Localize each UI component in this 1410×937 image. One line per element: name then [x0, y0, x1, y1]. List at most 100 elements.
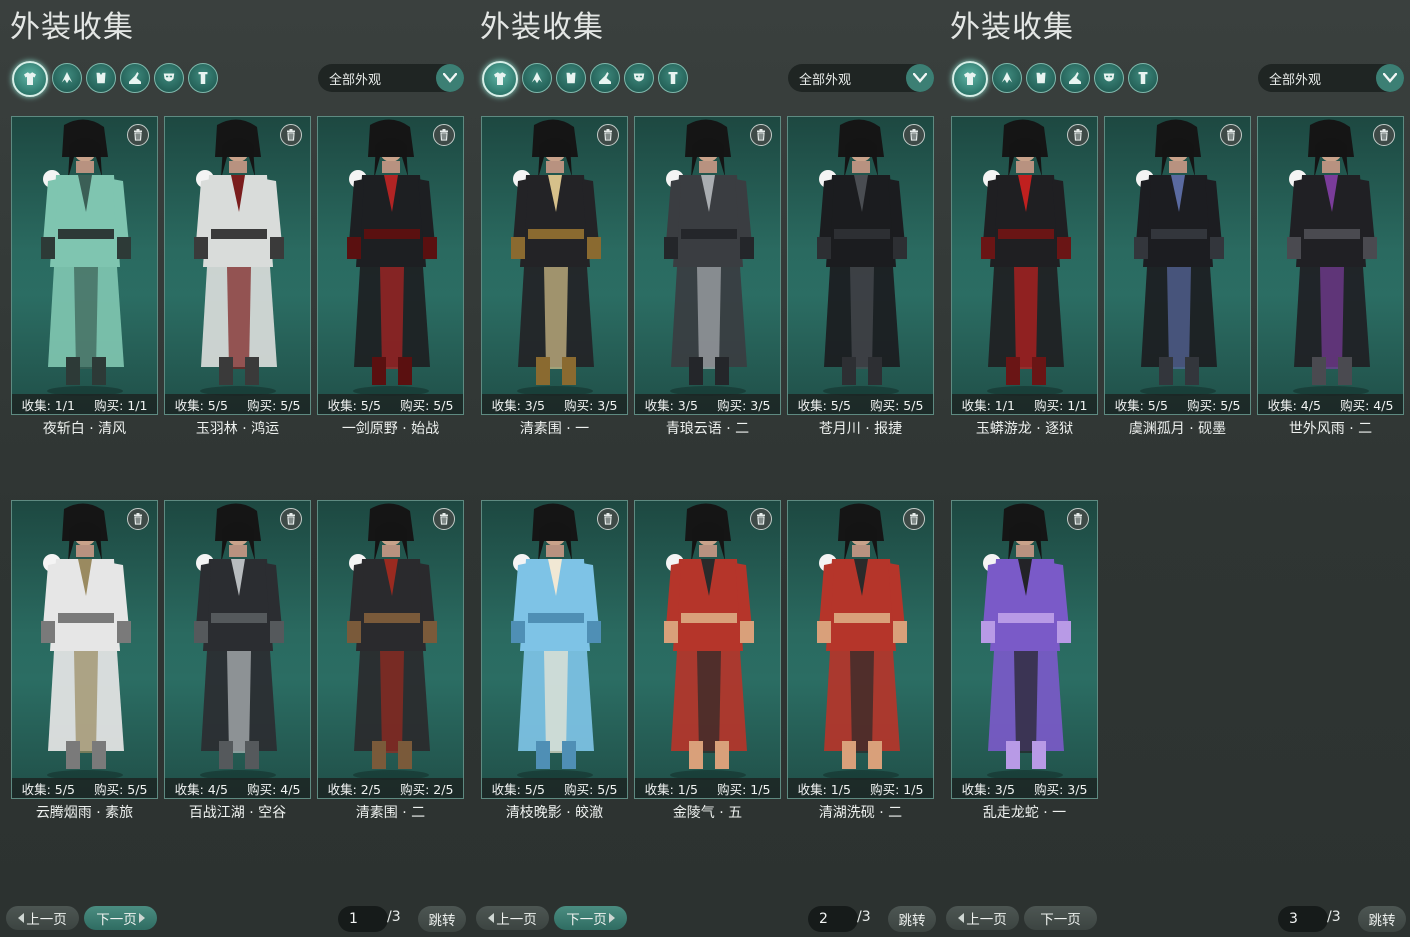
collect-count: 收集: 3/5 [491, 397, 545, 413]
mask-icon [1103, 73, 1115, 82]
purchase-count: 购买: 5/5 [564, 781, 618, 797]
outfit-card[interactable]: 收集: 1/1 购买: 1/1 [11, 116, 158, 415]
filter-hair-button[interactable] [992, 63, 1022, 93]
outfit-card[interactable]: 收集: 5/5 购买: 5/5 [1104, 116, 1251, 415]
top-icon [96, 72, 106, 84]
outfit-card[interactable]: 收集: 5/5 购买: 5/5 [317, 116, 464, 415]
outfit-name: 金陵气 · 五 [672, 805, 743, 821]
purchase-count: 购买: 5/5 [94, 781, 148, 797]
arrow-left-icon [18, 913, 25, 923]
collect-count: 收集: 5/5 [174, 397, 228, 413]
hair-icon [61, 72, 73, 84]
outfit-card[interactable]: 收集: 1/1 购买: 1/1 [951, 116, 1098, 415]
all-outfits-icon [964, 72, 976, 85]
trash-icon[interactable] [433, 124, 455, 146]
page-number-input[interactable]: 1 [338, 906, 388, 932]
appearance-filter-dropdown[interactable]: 全部外观 [318, 64, 464, 92]
outfit-stats: 收集: 4/5 购买: 4/5 [165, 778, 310, 798]
next-page-button[interactable]: 下一页 [1024, 906, 1097, 930]
trash-icon[interactable] [1220, 124, 1242, 146]
outfit-card[interactable]: 收集: 4/5 购买: 4/5 [164, 500, 311, 799]
next-page-button[interactable]: 下一页 [554, 906, 627, 930]
category-filter-bar [952, 61, 1158, 97]
trash-icon[interactable] [127, 508, 149, 530]
trash-icon[interactable] [903, 124, 925, 146]
filter-top-button[interactable] [556, 63, 586, 93]
chevron-down-icon[interactable] [436, 64, 464, 92]
prev-page-button[interactable]: 上一页 [6, 906, 79, 930]
outfit-card[interactable]: 收集: 3/5 购买: 3/5 [634, 116, 781, 415]
trash-icon[interactable] [127, 124, 149, 146]
trash-icon[interactable] [1067, 508, 1089, 530]
trash-icon[interactable] [597, 508, 619, 530]
filter-all-outfits-button[interactable] [12, 61, 48, 97]
trash-icon[interactable] [280, 508, 302, 530]
filter-accessory-button[interactable] [1128, 63, 1158, 93]
mask-icon [633, 73, 645, 82]
outfit-stats: 收集: 2/5 购买: 2/5 [318, 778, 463, 798]
outfit-stats: 收集: 5/5 购买: 5/5 [318, 394, 463, 414]
outfit-card[interactable]: 收集: 1/5 购买: 1/5 [634, 500, 781, 799]
filter-hair-button[interactable] [52, 63, 82, 93]
trash-icon[interactable] [280, 124, 302, 146]
prev-page-button[interactable]: 上一页 [476, 906, 549, 930]
outfit-card[interactable]: 收集: 5/5 购买: 5/5 [787, 116, 934, 415]
filter-shoes-button[interactable] [1060, 63, 1090, 93]
appearance-filter-dropdown[interactable]: 全部外观 [788, 64, 934, 92]
jump-button[interactable]: 跳转 [1358, 906, 1406, 932]
outfit-stats: 收集: 5/5 购买: 5/5 [165, 394, 310, 414]
outfit-stats: 收集: 5/5 购买: 5/5 [1105, 394, 1250, 414]
collect-count: 收集: 3/5 [644, 397, 698, 413]
outfit-card[interactable]: 收集: 5/5 购买: 5/5 [164, 116, 311, 415]
outfit-stats: 收集: 5/5 购买: 5/5 [788, 394, 933, 414]
filter-all-outfits-button[interactable] [482, 61, 518, 97]
jump-button[interactable]: 跳转 [418, 906, 466, 932]
page-number-input[interactable]: 3 [1278, 906, 1328, 932]
filter-shoes-button[interactable] [590, 63, 620, 93]
outfit-card[interactable]: 收集: 3/5 购买: 3/5 [481, 116, 628, 415]
dropdown-selected-value: 全部外观 [1269, 72, 1322, 88]
page-number-input[interactable]: 2 [808, 906, 858, 932]
filter-shoes-button[interactable] [120, 63, 150, 93]
jump-button[interactable]: 跳转 [888, 906, 936, 932]
trash-icon[interactable] [903, 508, 925, 530]
filter-hair-button[interactable] [522, 63, 552, 93]
trash-icon[interactable] [597, 124, 619, 146]
outfit-card[interactable]: 收集: 3/5 购买: 3/5 [951, 500, 1098, 799]
trash-icon[interactable] [750, 124, 772, 146]
trash-icon[interactable] [1373, 124, 1395, 146]
outfit-name: 清素围 · 一 [519, 421, 590, 437]
next-page-button[interactable]: 下一页 [84, 906, 157, 930]
filter-top-button[interactable] [86, 63, 116, 93]
chevron-down-icon[interactable] [906, 64, 934, 92]
filter-all-outfits-button[interactable] [952, 61, 988, 97]
outfit-card[interactable]: 收集: 5/5 购买: 5/5 [481, 500, 628, 799]
filter-accessory-button[interactable] [658, 63, 688, 93]
outfit-card[interactable]: 收集: 5/5 购买: 5/5 [11, 500, 158, 799]
filter-mask-button[interactable] [1094, 63, 1124, 93]
purchase-count: 购买: 1/5 [717, 781, 771, 797]
purchase-count: 购买: 4/5 [247, 781, 301, 797]
prev-page-button[interactable]: 上一页 [946, 906, 1019, 930]
filter-top-button[interactable] [1026, 63, 1056, 93]
character-figure [347, 503, 437, 780]
outfit-card[interactable]: 收集: 2/5 购买: 2/5 [317, 500, 464, 799]
prev-page-label: 上一页 [26, 912, 67, 928]
appearance-filter-dropdown[interactable]: 全部外观 [1258, 64, 1404, 92]
character-figure [981, 119, 1071, 396]
filter-mask-button[interactable] [624, 63, 654, 93]
filter-accessory-button[interactable] [188, 63, 218, 93]
filter-mask-button[interactable] [154, 63, 184, 93]
outfit-name: 玉蟒游龙 · 逐狱 [975, 421, 1074, 437]
outfit-card[interactable]: 收集: 1/5 购买: 1/5 [787, 500, 934, 799]
accessory-icon [198, 72, 208, 84]
chevron-down-icon[interactable] [1376, 64, 1404, 92]
trash-icon[interactable] [750, 508, 772, 530]
all-outfits-icon [494, 72, 506, 85]
character-figure [817, 119, 907, 396]
trash-icon[interactable] [433, 508, 455, 530]
outfit-card[interactable]: 收集: 4/5 购买: 4/5 [1257, 116, 1404, 415]
trash-icon[interactable] [1067, 124, 1089, 146]
outfit-name: 夜斩白 · 清风 [42, 421, 127, 437]
shoes-icon [1069, 72, 1081, 84]
